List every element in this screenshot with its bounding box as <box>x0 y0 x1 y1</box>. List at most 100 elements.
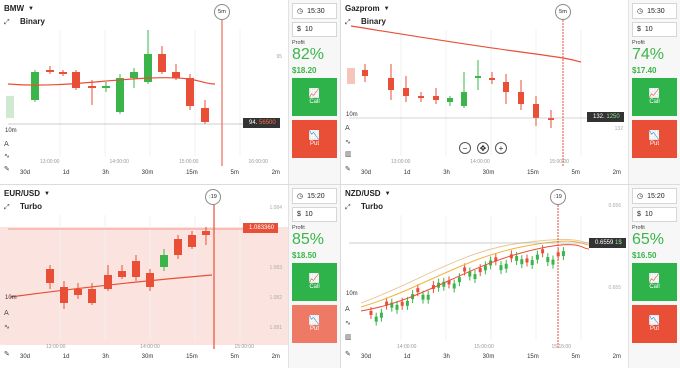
timeframe-3h[interactable]: 3h <box>443 170 450 176</box>
interval-label[interactable]: 10m <box>5 295 17 301</box>
timeframe-3h[interactable]: 3h <box>102 354 109 360</box>
chevron-down-icon: ▼ <box>384 190 391 197</box>
expiry-time-field[interactable]: ◷ 15:20 <box>632 188 677 204</box>
current-price-tag: 0.6559 1$ <box>589 238 626 248</box>
wave-icon[interactable]: ∿ <box>4 152 10 160</box>
put-button[interactable]: 📉 Put <box>632 120 677 158</box>
timeframe-15m[interactable]: 15m <box>527 354 539 360</box>
chart-area[interactable]: NZD/USD ▼ Turbo 0.656 0.655 :19 0.6559 1… <box>341 185 629 368</box>
text-icon[interactable]: A <box>345 124 350 132</box>
text-icon[interactable]: A <box>345 305 350 313</box>
timeframe-30d[interactable]: 30d <box>20 354 30 360</box>
zoom-reset-button[interactable]: ✥ <box>477 142 489 154</box>
timeframe-30m[interactable]: 30m <box>483 170 495 176</box>
timeframe-30d[interactable]: 30d <box>361 354 371 360</box>
candle-body <box>546 257 550 263</box>
timeframe-1d[interactable]: 1d <box>63 170 70 176</box>
pencil-icon[interactable]: ✎ <box>4 165 10 173</box>
put-button[interactable]: 📉 Put <box>632 305 677 343</box>
chart-type-icon[interactable]: ▥ <box>345 150 352 158</box>
timeframe-5m[interactable]: 5m <box>571 354 579 360</box>
candle-body <box>489 78 495 80</box>
expiry-time-field[interactable]: ◷ 15:30 <box>632 3 677 19</box>
timeframe-15m[interactable]: 15m <box>186 354 198 360</box>
timeframe-5m[interactable]: 5m <box>571 170 579 176</box>
candle-body <box>551 259 555 265</box>
candle-body <box>525 258 529 263</box>
pencil-icon[interactable]: ✎ <box>345 165 351 173</box>
timeframe-30d[interactable]: 30d <box>20 170 30 176</box>
call-button[interactable]: 📈 Call <box>632 78 677 116</box>
put-button[interactable]: 📉 Put <box>292 305 337 343</box>
timeframe-3h[interactable]: 3h <box>102 170 109 176</box>
candle-body <box>174 239 182 255</box>
pencil-icon[interactable]: ✎ <box>4 350 10 358</box>
candle-body <box>426 294 430 300</box>
amount-field[interactable]: $10 <box>292 22 337 37</box>
amount-field[interactable]: $10 <box>632 22 677 37</box>
interval-label[interactable]: 10m <box>5 128 17 134</box>
timeframe-2m[interactable]: 2m <box>613 170 621 176</box>
candle-body <box>421 294 425 300</box>
expiry-time-field[interactable]: ◷ 15:20 <box>292 188 337 204</box>
chart-type-icon[interactable]: ▥ <box>345 333 352 341</box>
expiry-time-field[interactable]: ◷ 15:30 <box>292 3 337 19</box>
interval-label[interactable]: 10m <box>346 291 358 297</box>
timeframe-2m[interactable]: 2m <box>272 170 280 176</box>
candle-body <box>118 271 126 277</box>
price-prefix: 132. <box>593 114 605 120</box>
text-icon[interactable]: A <box>4 309 9 317</box>
clock-icon: ◷ <box>297 193 304 200</box>
price-highlight: 1250 <box>606 114 620 120</box>
wave-icon[interactable]: ∿ <box>345 319 351 327</box>
interval-label[interactable]: 10m <box>346 112 358 118</box>
timeframe-30m[interactable]: 30m <box>142 354 154 360</box>
candle-body <box>31 72 39 100</box>
timeframe-30m[interactable]: 30m <box>142 170 154 176</box>
crosshair-icon[interactable]: ⤢ <box>4 18 10 27</box>
candle-body <box>461 92 467 106</box>
timeframe-15m[interactable]: 15m <box>527 170 539 176</box>
zoom-in-button[interactable]: + <box>495 142 507 154</box>
candle-body <box>102 86 110 88</box>
put-label: Put <box>309 141 319 147</box>
timeframe-15m[interactable]: 15m <box>186 170 198 176</box>
expiry-timer: :19 <box>205 189 221 205</box>
timeframe-2m[interactable]: 2m <box>613 354 621 360</box>
timeframe-30d[interactable]: 30d <box>361 170 371 176</box>
timeframe-1d[interactable]: 1d <box>63 354 70 360</box>
timeframe-5m[interactable]: 5m <box>230 170 238 176</box>
timeframe-2m[interactable]: 2m <box>272 354 280 360</box>
timeframe-3h[interactable]: 3h <box>443 354 450 360</box>
crosshair-icon[interactable]: ⤢ <box>345 203 351 212</box>
amount-field[interactable]: $10 <box>292 207 337 222</box>
expiry-time-value: 15:20 <box>647 192 665 200</box>
zoom-out-button[interactable]: − <box>459 142 471 154</box>
amount-field[interactable]: $10 <box>632 207 677 222</box>
timeframe-5m[interactable]: 5m <box>230 354 238 360</box>
call-button[interactable]: 📈 Call <box>292 78 337 116</box>
timeframe-bar: 30d 1d 3h 30m 15m 5m 2m <box>20 354 280 360</box>
timeframe-30m[interactable]: 30m <box>483 354 495 360</box>
put-button[interactable]: 📉 Put <box>292 120 337 158</box>
call-button[interactable]: 📈 Call <box>292 263 337 301</box>
wave-icon[interactable]: ∿ <box>4 323 10 331</box>
candle-body <box>172 72 180 78</box>
chart-area[interactable]: EUR/USD ▼ Turbo 1.084 1.083 1.082 1.081 … <box>0 185 288 368</box>
text-icon[interactable]: A <box>4 140 9 148</box>
timeframe-1d[interactable]: 1d <box>404 354 411 360</box>
y-axis-tick: 132 <box>614 126 623 132</box>
timeframe-1d[interactable]: 1d <box>404 170 411 176</box>
put-label: Put <box>649 141 659 147</box>
pencil-icon[interactable]: ✎ <box>345 350 351 358</box>
wave-icon[interactable]: ∿ <box>345 138 351 146</box>
crosshair-icon[interactable]: ⤢ <box>345 18 351 27</box>
dollar-icon: $ <box>637 26 641 33</box>
time-axis: 13:00:00 14:00:00 15:00:00 <box>391 159 569 165</box>
time-tick: 14:00:00 <box>397 344 417 350</box>
put-chart-icon: 📉 <box>308 316 321 326</box>
chart-area[interactable]: BMW ▼ Binary 95 5m 94. 56500 ⤢ 10m A ∿ ✎… <box>0 0 288 184</box>
crosshair-icon[interactable]: ⤢ <box>4 203 10 212</box>
call-button[interactable]: 📈 Call <box>632 263 677 301</box>
chart-area[interactable]: Gazprom ▼ Binary 132 5m 132. 1250 − ✥ + … <box>341 0 629 184</box>
